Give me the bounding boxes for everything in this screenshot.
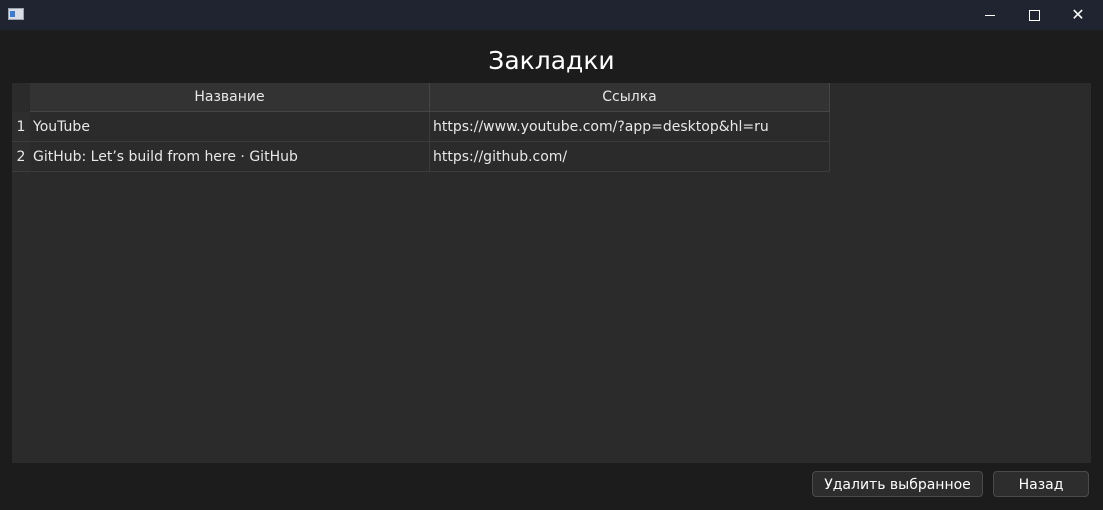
row-header[interactable]: 1 — [12, 112, 30, 142]
maximize-icon — [1028, 9, 1040, 21]
close-icon: ✕ — [1071, 5, 1085, 24]
app-window-icon — [8, 8, 24, 20]
table-cell-name[interactable]: YouTube — [30, 112, 430, 142]
delete-selected-button[interactable]: Удалить выбранное — [812, 471, 983, 497]
back-button[interactable]: Назад — [993, 471, 1089, 497]
title-bar: ✕ — [0, 0, 1103, 30]
close-button[interactable]: ✕ — [1055, 0, 1101, 30]
column-header-link[interactable]: Ссылка — [430, 83, 830, 112]
table-corner[interactable] — [12, 83, 30, 112]
table-cell-link[interactable]: https://www.youtube.com/?app=desktop&hl=… — [430, 112, 830, 142]
row-header[interactable]: 2 — [12, 142, 30, 172]
minimize-button[interactable] — [967, 0, 1013, 30]
table-cell-name[interactable]: GitHub: Let’s build from here · GitHub — [30, 142, 430, 172]
column-header-name[interactable]: Название — [30, 83, 430, 112]
minimize-icon — [985, 14, 995, 16]
table-cell-link[interactable]: https://github.com/ — [430, 142, 830, 172]
maximize-button[interactable] — [1011, 0, 1057, 30]
page-title: Закладки — [488, 46, 615, 75]
bookmarks-table[interactable]: Название Ссылка 1 YouTube https://www.yo… — [12, 83, 1091, 463]
